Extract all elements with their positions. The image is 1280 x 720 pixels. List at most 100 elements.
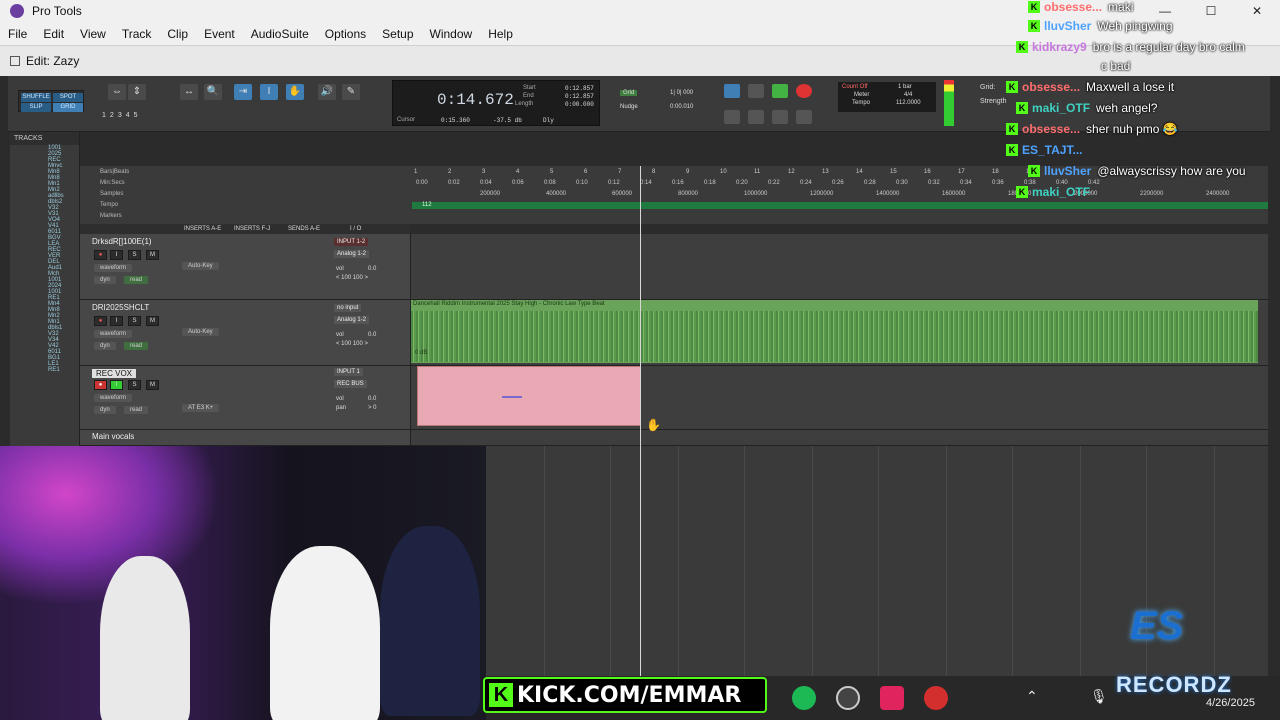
length-value[interactable]: 0:00.000 <box>565 101 594 108</box>
track-view-selector[interactable]: waveform <box>94 394 133 402</box>
return-to-zero-button[interactable] <box>724 110 740 124</box>
grabber-tool-icon[interactable]: ✋ <box>286 84 304 100</box>
input-selector[interactable]: INPUT 1-2 <box>334 238 369 246</box>
output-selector[interactable]: Analog 1-2 <box>334 316 370 324</box>
solo-button[interactable]: S <box>128 380 141 390</box>
grid-value[interactable]: 1| 0| 000 <box>670 90 693 96</box>
audio-clip[interactable]: Dancehall Riddim Instrumental 2025 Stay … <box>411 300 1258 363</box>
input-selector[interactable]: INPUT 1 <box>334 368 363 376</box>
tiktok-icon[interactable] <box>880 686 904 710</box>
clip-gain[interactable]: 0 dB <box>415 350 427 356</box>
track-name[interactable]: DRI2025SHCLT <box>92 303 149 312</box>
menu-setup[interactable]: Setup <box>374 22 421 46</box>
scrubber-tool-icon[interactable]: 🔊 <box>318 84 336 100</box>
selector-tool-icon[interactable]: I <box>260 84 278 100</box>
menu-clip[interactable]: Clip <box>159 22 196 46</box>
insert-slot[interactable]: AT E3 K+ <box>182 404 220 412</box>
zoom-preset-2[interactable]: 2 <box>110 112 114 119</box>
solo-button[interactable]: S <box>128 250 141 260</box>
spotify-icon[interactable] <box>792 686 816 710</box>
insert-slot[interactable]: Auto-Key <box>182 328 219 336</box>
obs-icon[interactable] <box>836 686 860 710</box>
zoom-horizontal-icon[interactable]: ⇔ <box>108 84 126 100</box>
track-name[interactable]: DrksdR[]100E(1) <box>92 237 152 246</box>
trim-tool-icon[interactable]: ⇥ <box>234 84 252 100</box>
track-view-selector[interactable]: waveform <box>94 264 133 272</box>
menu-options[interactable]: Options <box>317 22 374 46</box>
track-view-selector[interactable]: waveform <box>94 330 133 338</box>
count-off[interactable]: Count Off <box>842 84 868 90</box>
meter-value[interactable]: 4/4 <box>904 92 912 98</box>
pan-value[interactable]: < 100 100 > <box>336 341 368 347</box>
menu-help[interactable]: Help <box>480 22 521 46</box>
dly-label[interactable]: Dly <box>543 117 554 124</box>
input-selector[interactable]: no input <box>334 304 362 312</box>
automation-mode-selector[interactable]: read <box>124 276 149 284</box>
go-to-end-button[interactable] <box>796 110 812 124</box>
nudge-value[interactable]: 0:00.010 <box>670 104 693 110</box>
solo-button[interactable]: S <box>128 316 141 326</box>
menu-file[interactable]: File <box>0 22 35 46</box>
menu-track[interactable]: Track <box>114 22 160 46</box>
track-lane[interactable]: Dancehall Riddim Instrumental 2025 Stay … <box>410 300 1268 365</box>
spot-mode-button[interactable]: SPOT <box>53 93 83 102</box>
zoom-vertical-icon[interactable]: ⇕ <box>128 84 146 100</box>
record-button[interactable] <box>796 84 812 98</box>
pencil-tool-icon[interactable]: ✎ <box>342 84 360 100</box>
zoom-preset-3[interactable]: 3 <box>118 112 122 119</box>
record-enable-button[interactable]: ● <box>94 250 107 260</box>
volume-value[interactable]: 0.0 <box>368 396 376 402</box>
record-enable-button[interactable]: ● <box>94 380 107 390</box>
input-monitor-button[interactable]: I <box>110 380 123 390</box>
online-button[interactable] <box>724 84 740 98</box>
rewind-button[interactable] <box>748 110 764 124</box>
output-selector[interactable]: REC BUS <box>334 380 367 388</box>
track-name[interactable]: REC VOX <box>92 369 137 378</box>
track-lane[interactable] <box>410 234 1268 299</box>
fast-forward-button[interactable] <box>772 110 788 124</box>
zoom-preset-4[interactable]: 4 <box>126 112 130 119</box>
track-row[interactable]: REC VOX ● I S M waveform dyn read AT E3 … <box>80 366 1268 430</box>
pan-value[interactable]: > 0 <box>368 405 377 411</box>
mute-button[interactable]: M <box>146 380 159 390</box>
menu-view[interactable]: View <box>72 22 114 46</box>
zoom-preset-1[interactable]: 1 <box>102 112 106 119</box>
insert-slot[interactable]: Auto-Key <box>182 262 219 270</box>
output-selector[interactable]: Analog 1-2 <box>334 250 370 258</box>
tempo-marker[interactable]: 112 <box>422 202 432 208</box>
count-off-bars[interactable]: 1 bar <box>898 84 912 90</box>
track-dyn-selector[interactable]: dyn <box>94 342 116 350</box>
input-monitor-button[interactable]: I <box>110 316 123 326</box>
menu-edit[interactable]: Edit <box>35 22 72 46</box>
mute-button[interactable]: M <box>146 316 159 326</box>
record-enable-button[interactable]: ● <box>94 316 107 326</box>
track-name[interactable]: Main vocals <box>92 432 134 441</box>
menu-audiosuite[interactable]: AudioSuite <box>243 22 317 46</box>
volume-value[interactable]: 0.0 <box>368 266 376 272</box>
volume-value[interactable]: 0.0 <box>368 332 376 338</box>
pin-icon[interactable] <box>10 56 20 66</box>
zoom-preset-5[interactable]: 5 <box>134 112 138 119</box>
slip-mode-button[interactable]: SLIP <box>21 103 51 112</box>
automation-mode-selector[interactable]: read <box>124 342 149 350</box>
grid-mode-button[interactable]: GRID <box>53 103 83 112</box>
start-value[interactable]: 0:12.857 <box>565 85 594 92</box>
track-row[interactable]: Main vocals <box>80 430 1268 446</box>
track-row[interactable]: DRI2025SHCLT ● I S M waveform dyn read A… <box>80 300 1268 366</box>
track-lane[interactable] <box>410 366 1268 429</box>
zoomer-tool-icon[interactable]: 🔍 <box>204 84 222 100</box>
grid-label[interactable]: Grid <box>620 90 638 96</box>
stop-button[interactable] <box>748 84 764 98</box>
tray-chevron-up-icon[interactable]: ⌃ <box>1026 688 1038 705</box>
input-monitor-button[interactable]: I <box>110 250 123 260</box>
play-button[interactable] <box>772 84 788 98</box>
recording-clip[interactable] <box>417 366 641 426</box>
track-row[interactable]: DrksdR[]100E(1) ● I S M waveform dyn rea… <box>80 234 1268 300</box>
menu-window[interactable]: Window <box>422 22 481 46</box>
automation-mode-selector[interactable]: read <box>124 406 149 414</box>
tempo-value[interactable]: 112.0000 <box>896 100 921 106</box>
track-dyn-selector[interactable]: dyn <box>94 276 116 284</box>
menu-event[interactable]: Event <box>196 22 243 46</box>
muse-icon[interactable] <box>924 686 948 710</box>
end-value[interactable]: 0:12.857 <box>565 93 594 100</box>
